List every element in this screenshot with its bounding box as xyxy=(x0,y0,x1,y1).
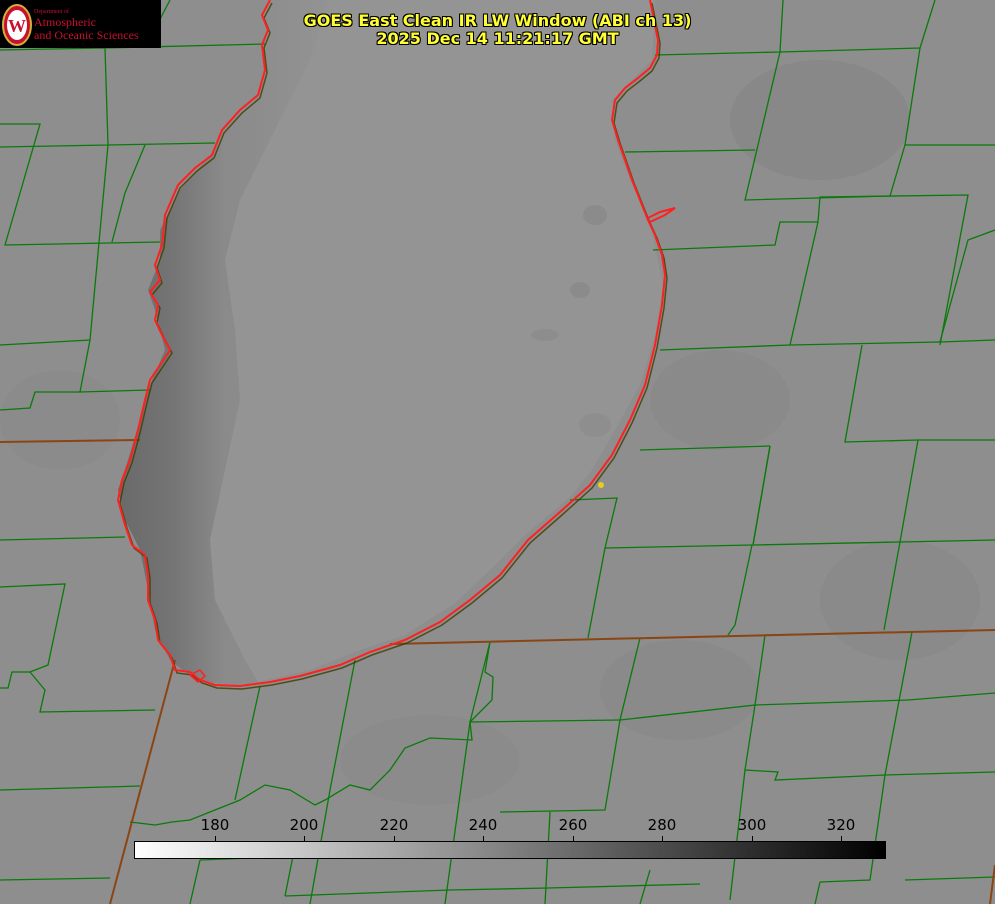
colorbar-tick-label: 300 xyxy=(737,816,767,834)
colorbar-tick-mark xyxy=(394,836,395,841)
colorbar-tick-label: 320 xyxy=(826,816,856,834)
colorbar-tick-label: 240 xyxy=(468,816,498,834)
colorbar-tick-mark xyxy=(483,836,484,841)
colorbar-tick-label: 200 xyxy=(289,816,319,834)
satellite-image: { "header": { "title": "GOES East Clean … xyxy=(0,0,995,904)
station-marker xyxy=(598,482,604,488)
colorbar-tick-mark xyxy=(573,836,574,841)
colorbar-tick-label: 280 xyxy=(647,816,677,834)
colorbar-tick-label: 220 xyxy=(379,816,409,834)
colorbar-tick-mark xyxy=(215,836,216,841)
colorbar-tick-mark xyxy=(841,836,842,841)
image-title: GOES East Clean IR LW Window (ABI ch 13) xyxy=(303,11,692,30)
image-timestamp: 2025 Dec 14 11:21:17 GMT xyxy=(376,29,619,48)
map-canvas xyxy=(0,0,995,904)
colorbar-tick-mark xyxy=(662,836,663,841)
colorbar xyxy=(134,841,886,859)
colorbar-tick-mark xyxy=(304,836,305,841)
colorbar-tick-mark xyxy=(752,836,753,841)
colorbar-tick-label: 260 xyxy=(558,816,588,834)
colorbar-tick-label: 180 xyxy=(200,816,230,834)
